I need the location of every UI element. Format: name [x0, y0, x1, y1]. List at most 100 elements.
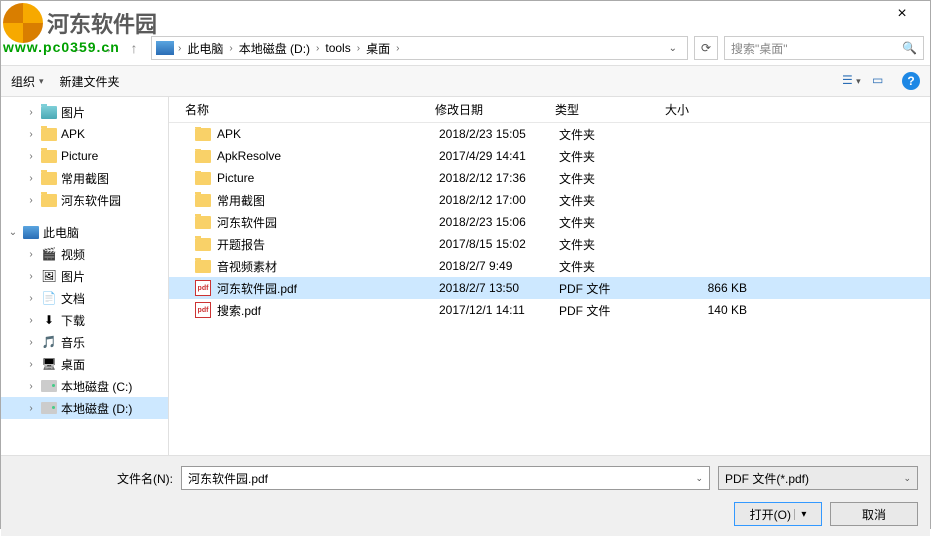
chevron-right-icon[interactable]: ›: [229, 43, 232, 54]
file-row[interactable]: 开题报告2017/8/15 15:02文件夹: [169, 233, 930, 255]
expand-icon[interactable]: ›: [25, 359, 37, 370]
folder-icon: [195, 128, 211, 141]
sidebar-item[interactable]: ›常用截图: [1, 167, 168, 189]
view-list-icon[interactable]: ☰ ▾: [842, 73, 862, 89]
folder-icon: [41, 194, 57, 207]
search-input[interactable]: 搜索"桌面" 🔍: [724, 36, 924, 60]
expand-icon[interactable]: ›: [25, 107, 37, 118]
file-date: 2018/2/7 13:50: [433, 281, 553, 295]
chevron-down-icon[interactable]: ⌄: [663, 43, 683, 54]
col-type[interactable]: 类型: [549, 101, 659, 118]
expand-icon[interactable]: ›: [25, 315, 37, 326]
sidebar-item[interactable]: ›📄文档: [1, 287, 168, 309]
file-date: 2018/2/12 17:00: [433, 193, 553, 207]
expand-icon[interactable]: ›: [25, 271, 37, 282]
file-size: 140 KB: [663, 303, 753, 317]
folder-icon: [195, 172, 211, 185]
expand-icon[interactable]: ›: [25, 151, 37, 162]
sidebar-item-label: 桌面: [61, 356, 85, 373]
file-row[interactable]: pdf搜索.pdf2017/12/1 14:11PDF 文件140 KB: [169, 299, 930, 321]
help-icon[interactable]: ?: [902, 72, 920, 90]
sidebar-item[interactable]: ›🎵音乐: [1, 331, 168, 353]
expand-icon[interactable]: ›: [25, 381, 37, 392]
pdf-icon: pdf: [195, 280, 211, 296]
refresh-icon[interactable]: ⟳: [694, 36, 718, 60]
sidebar: ›图片›APK›Picture›常用截图›河东软件园 ⌄ 此电脑 ›🎬视频›🖼图…: [1, 97, 169, 455]
sidebar-item[interactable]: ›🖥桌面: [1, 353, 168, 375]
file-row[interactable]: pdf河东软件园.pdf2018/2/7 13:50PDF 文件866 KB: [169, 277, 930, 299]
chevron-right-icon[interactable]: ›: [396, 43, 399, 54]
expand-icon[interactable]: ›: [25, 337, 37, 348]
breadcrumb-item[interactable]: 桌面: [362, 38, 394, 59]
toolbar: 组织▾ 新建文件夹 ☰ ▾ ▭ ?: [1, 65, 930, 97]
file-type: 文件夹: [553, 214, 663, 231]
sidebar-item[interactable]: ›图片: [1, 101, 168, 123]
sidebar-item[interactable]: ›🖼图片: [1, 265, 168, 287]
drive-icon: [41, 402, 57, 414]
sidebar-item-label: 视频: [61, 246, 85, 263]
up-icon[interactable]: ↑: [123, 37, 145, 59]
file-row[interactable]: 河东软件园2018/2/23 15:06文件夹: [169, 211, 930, 233]
expand-icon[interactable]: ›: [25, 195, 37, 206]
file-filter-select[interactable]: PDF 文件(*.pdf) ⌄: [718, 466, 918, 490]
expand-icon[interactable]: ›: [25, 249, 37, 260]
col-size[interactable]: 大小: [659, 101, 749, 118]
sidebar-item-label: 下载: [61, 312, 85, 329]
expand-icon[interactable]: ›: [25, 403, 37, 414]
folder-icon: [41, 106, 57, 119]
sidebar-item[interactable]: ›APK: [1, 123, 168, 145]
forward-icon[interactable]: →: [95, 37, 117, 59]
expand-icon[interactable]: ›: [25, 293, 37, 304]
breadcrumb-item[interactable]: 此电脑: [183, 38, 227, 59]
file-date: 2018/2/12 17:36: [433, 171, 553, 185]
folder-icon: [41, 150, 57, 163]
chevron-right-icon[interactable]: ›: [178, 43, 181, 54]
file-type: 文件夹: [553, 148, 663, 165]
folder-icon: 📄: [41, 291, 57, 305]
sidebar-this-pc[interactable]: ⌄ 此电脑: [1, 221, 168, 243]
close-icon[interactable]: ×: [882, 2, 922, 30]
file-name: 河东软件园.pdf: [217, 280, 297, 297]
file-date: 2018/2/7 9:49: [433, 259, 553, 273]
cancel-button[interactable]: 取消: [830, 502, 918, 526]
col-name[interactable]: 名称: [179, 101, 429, 118]
column-header[interactable]: 名称 修改日期 类型 大小: [169, 97, 930, 123]
folder-icon: [195, 150, 211, 163]
sidebar-item[interactable]: ›本地磁盘 (D:): [1, 397, 168, 419]
breadcrumb-item[interactable]: 本地磁盘 (D:): [235, 38, 314, 59]
open-button[interactable]: 打开(O) ▾: [734, 502, 822, 526]
file-row[interactable]: 常用截图2018/2/12 17:00文件夹: [169, 189, 930, 211]
sidebar-item[interactable]: ›🎬视频: [1, 243, 168, 265]
breadcrumb[interactable]: › 此电脑 › 本地磁盘 (D:) › tools › 桌面 › ⌄: [151, 36, 688, 60]
organize-button[interactable]: 组织▾: [11, 73, 44, 90]
new-folder-button[interactable]: 新建文件夹: [60, 73, 120, 90]
folder-icon: [195, 194, 211, 207]
file-list: 名称 修改日期 类型 大小 APK2018/2/23 15:05文件夹ApkRe…: [169, 97, 930, 455]
file-row[interactable]: Picture2018/2/12 17:36文件夹: [169, 167, 930, 189]
back-icon[interactable]: ←: [67, 37, 89, 59]
chevron-right-icon[interactable]: ›: [357, 43, 360, 54]
file-row[interactable]: APK2018/2/23 15:05文件夹: [169, 123, 930, 145]
sidebar-item[interactable]: ›本地磁盘 (C:): [1, 375, 168, 397]
file-name: ApkResolve: [217, 149, 281, 163]
col-date[interactable]: 修改日期: [429, 101, 549, 118]
expand-icon[interactable]: ›: [25, 129, 37, 140]
breadcrumb-item[interactable]: tools: [321, 39, 354, 57]
file-row[interactable]: 音视频素材2018/2/7 9:49文件夹: [169, 255, 930, 277]
bottom-panel: 文件名(N): 河东软件园.pdf ⌄ PDF 文件(*.pdf) ⌄ 打开(O…: [1, 455, 930, 536]
folder-icon: [195, 260, 211, 273]
collapse-icon[interactable]: ⌄: [7, 227, 19, 238]
file-name: 河东软件园: [217, 214, 277, 231]
sidebar-item[interactable]: ›河东软件园: [1, 189, 168, 211]
file-date: 2017/8/15 15:02: [433, 237, 553, 251]
chevron-right-icon[interactable]: ›: [316, 43, 319, 54]
chevron-down-icon[interactable]: ⌄: [695, 473, 703, 484]
filename-input[interactable]: 河东软件园.pdf ⌄: [181, 466, 710, 490]
titlebar: 打开 ×: [1, 1, 930, 31]
file-row[interactable]: ApkResolve2017/4/29 14:41文件夹: [169, 145, 930, 167]
sidebar-item[interactable]: ›Picture: [1, 145, 168, 167]
sidebar-item[interactable]: ›⬇下载: [1, 309, 168, 331]
expand-icon[interactable]: ›: [25, 173, 37, 184]
chevron-down-icon[interactable]: ⌄: [903, 473, 911, 484]
preview-pane-icon[interactable]: ▭: [872, 73, 892, 89]
